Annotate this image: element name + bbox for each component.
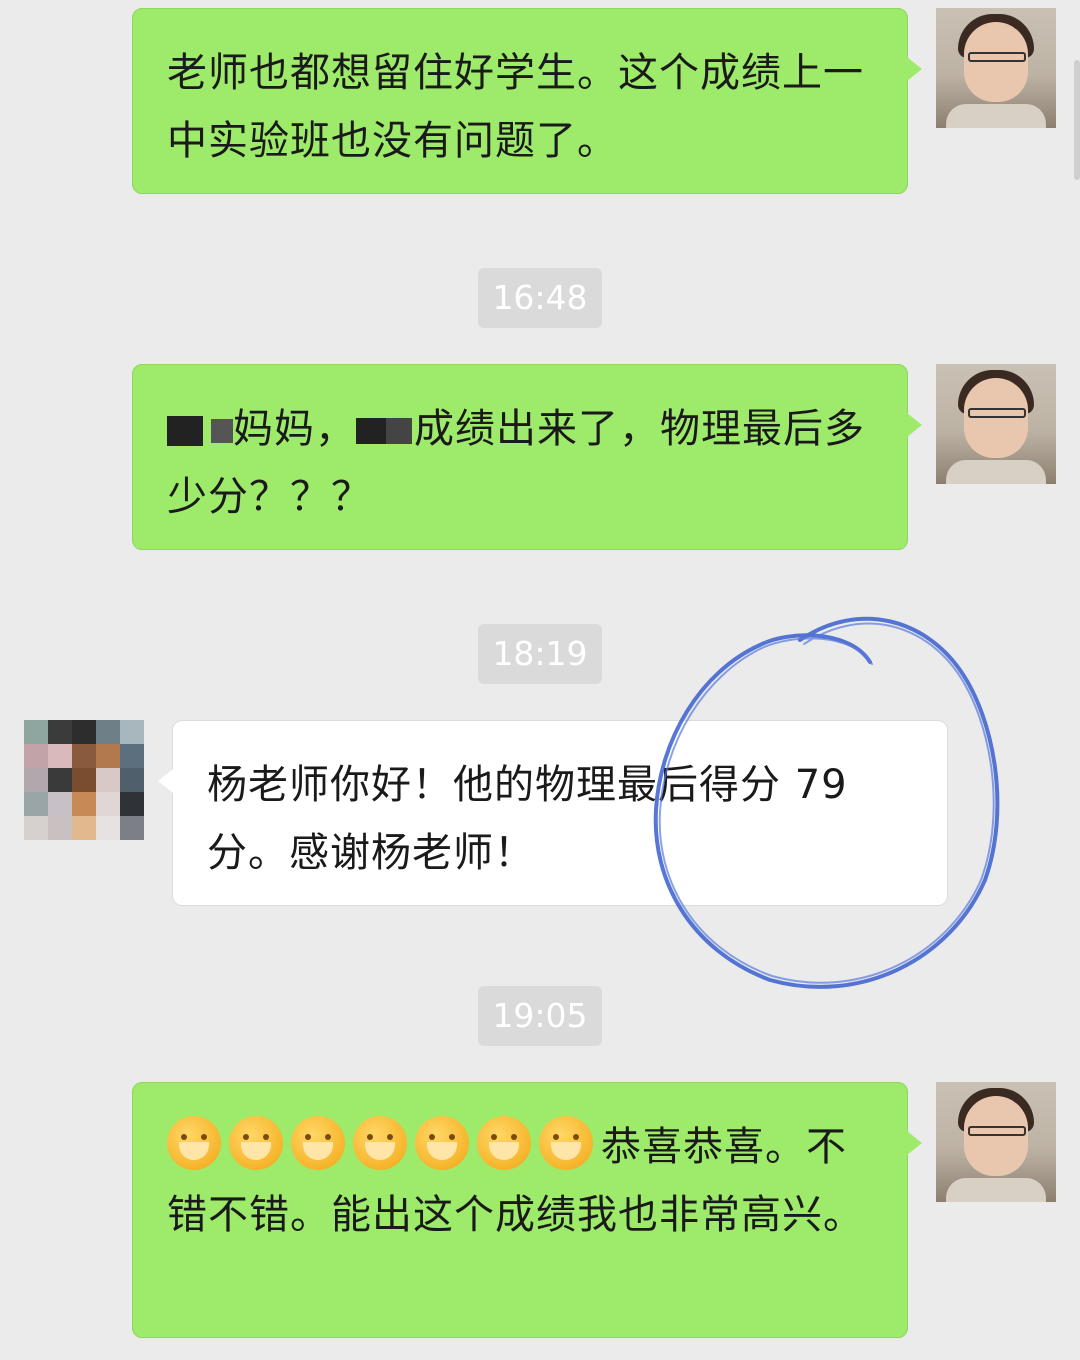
- message-text: 老师也都想留住好学生。这个成绩上一中实验班也没有问题了。: [167, 50, 864, 164]
- grinning-hand-over-mouth-emoji-icon: [539, 1116, 593, 1170]
- grinning-hand-over-mouth-emoji-icon: [167, 1116, 221, 1170]
- timestamp: 19:05: [478, 986, 602, 1046]
- parent-avatar-pixelated[interactable]: [24, 720, 144, 840]
- message-bubble-outgoing[interactable]: 老师也都想留住好学生。这个成绩上一中实验班也没有问题了。: [132, 8, 922, 194]
- message-text: 杨老师你好！他的物理最后得分 79 分。感谢杨老师！: [207, 762, 848, 876]
- timestamp: 18:19: [478, 624, 602, 684]
- scrollbar[interactable]: [1074, 60, 1080, 180]
- grinning-hand-over-mouth-emoji-icon: [353, 1116, 407, 1170]
- timestamp: 16:48: [478, 268, 602, 328]
- teacher-avatar[interactable]: [936, 8, 1056, 128]
- redacted-name: [386, 418, 412, 444]
- message-text: 妈妈，: [233, 406, 356, 452]
- teacher-avatar[interactable]: [936, 364, 1056, 484]
- redacted-name: [211, 419, 233, 443]
- grinning-hand-over-mouth-emoji-icon: [291, 1116, 345, 1170]
- message-bubble-incoming[interactable]: 杨老师你好！他的物理最后得分 79 分。感谢杨老师！: [158, 720, 948, 906]
- teacher-avatar[interactable]: [936, 1082, 1056, 1202]
- grinning-hand-over-mouth-emoji-icon: [477, 1116, 531, 1170]
- grinning-hand-over-mouth-emoji-icon: [229, 1116, 283, 1170]
- grinning-hand-over-mouth-emoji-icon: [415, 1116, 469, 1170]
- redacted-name: [356, 418, 386, 444]
- message-bubble-outgoing[interactable]: 妈妈， 成绩出来了，物理最后多少分？？？: [132, 364, 922, 550]
- message-bubble-outgoing[interactable]: 恭喜恭喜。不错不错。能出这个成绩我也非常高兴。: [132, 1082, 922, 1338]
- redacted-name: [167, 416, 203, 446]
